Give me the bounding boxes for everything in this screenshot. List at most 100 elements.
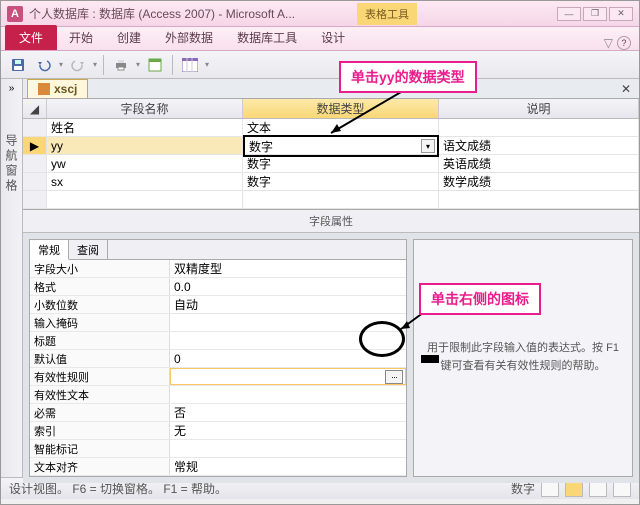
object-close-icon[interactable]: ✕ [613, 82, 639, 96]
file-tab[interactable]: 文件 [5, 25, 57, 50]
cell-desc[interactable]: 英语成绩 [439, 155, 639, 172]
prop-label: 标题 [30, 332, 170, 349]
prop-value[interactable]: 0.0 [170, 278, 406, 295]
titlebar: A 个人数据库 : 数据库 (Access 2007) - Microsoft … [1, 1, 639, 27]
quick-access-toolbar: ▾ ▾ ▾ ▾ [1, 51, 639, 79]
cell-datatype[interactable]: 文本 [243, 119, 439, 136]
prop-row[interactable]: 智能标记 [30, 440, 406, 458]
prop-label: 有效性规则 [30, 368, 170, 385]
prop-value[interactable] [170, 386, 406, 403]
row-selector[interactable]: ▶ [23, 137, 47, 154]
field-props-label: 字段属性 [23, 210, 639, 233]
builder-button[interactable]: ··· [385, 370, 403, 384]
callout-builder: 单击右侧的图标 [419, 283, 541, 315]
ribbon-min-icon[interactable]: ▽ [604, 36, 613, 50]
ribbon-tabs: 文件 开始 创建 外部数据 数据库工具 设计 ▽ ? [1, 27, 639, 51]
prop-row[interactable]: 格式0.0 [30, 278, 406, 296]
col-header-fieldname[interactable]: 字段名称 [47, 99, 243, 118]
redo-icon[interactable] [67, 54, 89, 76]
prop-value[interactable] [170, 314, 406, 331]
minimize-button[interactable]: — [557, 7, 581, 21]
prop-value[interactable]: 无 [170, 422, 406, 439]
print-icon[interactable] [110, 54, 132, 76]
prop-label: 索引 [30, 422, 170, 439]
prop-row[interactable]: 小数位数自动 [30, 296, 406, 314]
prop-value[interactable]: 双精度型 [170, 260, 406, 277]
nav-pane-collapsed[interactable]: » 导航窗格 [1, 79, 23, 477]
cell-fieldname[interactable]: 姓名 [47, 119, 243, 136]
prop-label: 必需 [30, 404, 170, 421]
nav-pane-label: 导航窗格 [3, 134, 20, 194]
col-header-datatype[interactable]: 数据类型 [243, 99, 439, 118]
cell-datatype[interactable]: 数字▾ [243, 135, 439, 157]
maximize-button[interactable]: ❐ [583, 7, 607, 21]
prop-value[interactable] [170, 440, 406, 457]
col-header-desc[interactable]: 说明 [439, 99, 639, 118]
object-tab[interactable]: xscj [27, 79, 88, 98]
ribbon-tab-home[interactable]: 开始 [57, 25, 105, 50]
prop-label: 有效性文本 [30, 386, 170, 403]
ribbon-tab-design[interactable]: 设计 [309, 25, 357, 50]
cell-desc[interactable] [439, 119, 639, 136]
prop-value[interactable]: ··· [170, 368, 406, 385]
undo-icon[interactable] [33, 54, 55, 76]
callout-datatype: 单击yy的数据类型 [339, 61, 477, 93]
row-selector-header[interactable]: ◢ [23, 99, 47, 118]
row-selector[interactable] [23, 155, 47, 172]
datasheet-icon[interactable] [179, 54, 201, 76]
window-title: 个人数据库 : 数据库 (Access 2007) - Microsoft A.… [29, 5, 357, 22]
prop-label: 智能标记 [30, 440, 170, 457]
prop-value[interactable]: 否 [170, 404, 406, 421]
datatype-dropdown-icon[interactable]: ▾ [421, 139, 435, 153]
prop-value[interactable]: 常规 [170, 458, 406, 475]
cell-desc[interactable]: 语文成绩 [439, 137, 639, 154]
cell-datatype[interactable]: 数字 [243, 173, 439, 190]
prop-value[interactable]: 0 [170, 350, 406, 367]
ribbon-tab-create[interactable]: 创建 [105, 25, 153, 50]
grid-row[interactable]: sx数字数学成绩 [23, 173, 639, 191]
prop-label: 输入掩码 [30, 314, 170, 331]
cell-desc[interactable]: 数学成绩 [439, 173, 639, 190]
ribbon-tab-dbtools[interactable]: 数据库工具 [225, 25, 309, 50]
prop-label: 默认值 [30, 350, 170, 367]
prop-tab-general[interactable]: 常规 [30, 240, 69, 260]
help-icon[interactable]: ? [617, 36, 631, 50]
row-selector[interactable] [23, 119, 47, 136]
prop-row[interactable]: 索引无 [30, 422, 406, 440]
table-icon [38, 83, 50, 95]
app-icon: A [7, 6, 23, 22]
prop-row[interactable]: 必需否 [30, 404, 406, 422]
prop-label: 格式 [30, 278, 170, 295]
prop-row[interactable]: 字段大小双精度型 [30, 260, 406, 278]
prop-value[interactable] [170, 332, 406, 349]
prop-row[interactable]: 默认值0 [30, 350, 406, 368]
grid-row[interactable]: yw数字英语成绩 [23, 155, 639, 173]
row-selector[interactable] [23, 173, 47, 190]
prop-label: 小数位数 [30, 296, 170, 313]
grid-row[interactable]: ▶yy数字▾语文成绩 [23, 137, 639, 155]
prop-row[interactable]: 有效性规则 ··· [30, 368, 406, 386]
property-help: 用于限制此字段输入值的表达式。按 F1 键可查看有关有效性规则的帮助。 [413, 239, 633, 477]
cell-fieldname[interactable]: sx [47, 173, 243, 190]
prop-row[interactable]: 标题 [30, 332, 406, 350]
cell-datatype[interactable]: 数字 [243, 155, 439, 172]
close-button[interactable]: ✕ [609, 7, 633, 21]
ribbon-tab-external[interactable]: 外部数据 [153, 25, 225, 50]
save-icon[interactable] [7, 54, 29, 76]
prop-tab-lookup[interactable]: 查阅 [69, 240, 108, 259]
prop-row[interactable]: 输入掩码 [30, 314, 406, 332]
property-sheet: 常规 查阅 字段大小双精度型格式0.0小数位数自动输入掩码标题默认值0有效性规则… [29, 239, 407, 477]
cell-fieldname[interactable]: yw [47, 155, 243, 172]
prop-label: 文本对齐 [30, 458, 170, 475]
design-grid: ◢ 字段名称 数据类型 说明 姓名文本▶yy数字▾语文成绩yw数字英语成绩sx数… [23, 99, 639, 210]
prop-row[interactable]: 有效性文本 [30, 386, 406, 404]
cell-fieldname[interactable]: yy [47, 137, 243, 154]
form-icon[interactable] [144, 54, 166, 76]
prop-row[interactable]: 文本对齐常规 [30, 458, 406, 476]
prop-value[interactable]: 自动 [170, 296, 406, 313]
context-tab-label: 表格工具 [357, 3, 417, 25]
prop-label: 字段大小 [30, 260, 170, 277]
nav-expand-icon[interactable]: » [9, 83, 15, 94]
object-tab-label: xscj [54, 82, 77, 96]
marker-rect [421, 355, 439, 363]
